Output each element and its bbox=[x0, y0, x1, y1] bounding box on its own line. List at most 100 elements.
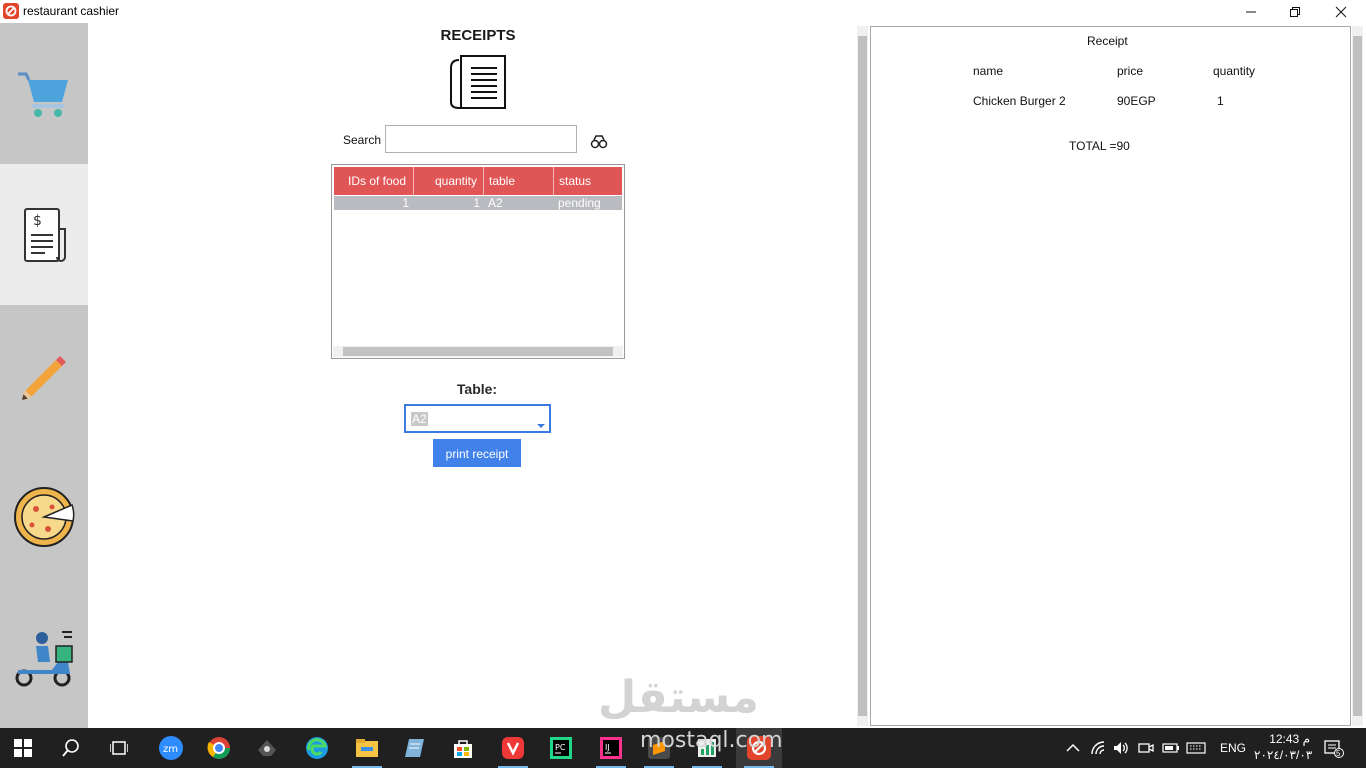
sidebar: $ bbox=[0, 23, 88, 728]
file-explorer-icon bbox=[356, 739, 378, 757]
vivaldi-icon bbox=[502, 737, 524, 759]
intellij-icon: IJ bbox=[600, 737, 622, 759]
taskbar-app-zoom[interactable]: zm bbox=[148, 728, 194, 768]
sidebar-item-cart[interactable] bbox=[0, 23, 88, 164]
shopping-cart-icon bbox=[18, 72, 68, 117]
volume-button[interactable] bbox=[1113, 728, 1129, 768]
taskbar-app-pycharm[interactable]: PC bbox=[538, 728, 584, 768]
chevron-down-icon bbox=[537, 424, 545, 428]
table-select[interactable]: A2 bbox=[404, 404, 551, 433]
language-indicator[interactable]: ENG bbox=[1220, 728, 1246, 768]
search-icon bbox=[62, 739, 79, 757]
taskbar-app-inkscape[interactable] bbox=[244, 728, 290, 768]
sidebar-item-receipts[interactable]: $ bbox=[0, 164, 88, 305]
taskbar-app-file-explorer[interactable] bbox=[344, 728, 390, 768]
svg-text:zm: zm bbox=[163, 744, 178, 755]
keyboard-button[interactable] bbox=[1186, 728, 1206, 768]
sidebar-item-delivery[interactable] bbox=[0, 587, 88, 728]
scrollbar-thumb[interactable] bbox=[343, 347, 613, 356]
column-header-status[interactable]: status bbox=[554, 167, 622, 195]
search-button[interactable] bbox=[590, 132, 608, 150]
close-button[interactable] bbox=[1318, 0, 1364, 23]
battery-icon bbox=[1162, 743, 1179, 753]
taskbar-app-intellij[interactable]: IJ bbox=[588, 728, 634, 768]
orders-table[interactable]: IDs of food quantity table status 1 1 A2… bbox=[331, 164, 625, 359]
taskbar-app-notepad[interactable] bbox=[392, 728, 438, 768]
window-title: restaurant cashier bbox=[23, 4, 120, 18]
task-view-button[interactable] bbox=[96, 728, 142, 768]
receipt-item-price: 90EGP bbox=[1117, 94, 1156, 108]
watermark: مستقل bbox=[598, 672, 759, 723]
column-header-quantity[interactable]: quantity bbox=[414, 167, 484, 195]
network-button[interactable] bbox=[1091, 728, 1107, 768]
watermark-url: mostaql.com bbox=[640, 728, 783, 753]
search-binoculars-icon bbox=[590, 135, 608, 149]
column-header-ids[interactable]: IDs of food bbox=[334, 167, 414, 195]
keyboard-icon bbox=[1186, 742, 1206, 754]
page-title: RECEIPTS bbox=[440, 27, 516, 44]
taskbar-app-vivaldi[interactable] bbox=[490, 728, 536, 768]
table-label: Table: bbox=[456, 381, 498, 397]
clock-time: 12:43 م bbox=[1269, 732, 1310, 746]
vertical-scrollbar-left[interactable] bbox=[857, 26, 868, 726]
notification-icon bbox=[1324, 740, 1344, 758]
minimize-button[interactable] bbox=[1228, 0, 1274, 23]
tray-overflow-button[interactable] bbox=[1066, 728, 1080, 768]
notepad-icon bbox=[405, 739, 424, 757]
cell-status: pending bbox=[554, 196, 622, 210]
sidebar-item-food[interactable] bbox=[0, 446, 88, 587]
wifi-icon bbox=[1091, 741, 1105, 755]
cell-quantity: 1 bbox=[414, 196, 484, 210]
speaker-icon bbox=[1114, 742, 1128, 754]
receipt-header-price: price bbox=[1117, 64, 1144, 78]
chevron-up-icon bbox=[1066, 743, 1080, 752]
task-view-icon bbox=[110, 741, 128, 755]
store-icon bbox=[454, 740, 472, 758]
inkscape-icon bbox=[258, 740, 276, 756]
notification-center-button[interactable]: 5 bbox=[1324, 728, 1344, 768]
windows-start-icon bbox=[14, 739, 32, 757]
sidebar-item-edit[interactable] bbox=[0, 305, 88, 446]
pencil-icon bbox=[22, 355, 66, 400]
search-label: Search bbox=[343, 133, 382, 147]
taskbar-app-edge[interactable] bbox=[294, 728, 340, 768]
column-header-table[interactable]: table bbox=[484, 167, 554, 195]
clock-date: ٢٠٢٤/٠٣/٠٣ bbox=[1254, 748, 1313, 762]
cell-ids: 1 bbox=[334, 196, 414, 210]
print-receipt-button[interactable]: print receipt bbox=[433, 439, 521, 467]
taskbar-search-button[interactable] bbox=[48, 728, 94, 768]
svg-text:PC: PC bbox=[555, 743, 566, 752]
receipt-item-name: Chicken Burger 2 bbox=[973, 94, 1066, 108]
scrollbar-thumb[interactable] bbox=[858, 36, 867, 716]
zoom-icon: zm bbox=[159, 736, 183, 760]
camera-button[interactable] bbox=[1138, 728, 1154, 768]
cell-table: A2 bbox=[484, 196, 554, 210]
restore-button[interactable] bbox=[1272, 0, 1318, 23]
pizza-icon bbox=[14, 486, 75, 547]
receipt-panel: Receipt name price quantity Chicken Burg… bbox=[870, 26, 1351, 726]
clock[interactable]: 12:43 م ٢٠٢٤/٠٣/٠٣ bbox=[1254, 731, 1313, 763]
vertical-scrollbar-right[interactable] bbox=[1352, 26, 1363, 726]
title-bar: restaurant cashier bbox=[0, 0, 1366, 23]
notification-count: 5 bbox=[1336, 749, 1341, 758]
receipt-total: TOTAL =90 bbox=[1069, 139, 1130, 153]
start-button[interactable] bbox=[0, 728, 46, 768]
receipt-header-quantity: quantity bbox=[1213, 64, 1256, 78]
battery-button[interactable] bbox=[1162, 728, 1180, 768]
app-logo-icon bbox=[3, 3, 19, 19]
delivery-scooter-icon bbox=[15, 630, 73, 686]
search-input[interactable] bbox=[385, 125, 577, 153]
scrollbar-thumb[interactable] bbox=[1353, 36, 1362, 716]
receipts-document-icon bbox=[449, 54, 507, 110]
pycharm-icon: PC bbox=[550, 737, 572, 759]
receipt-title: Receipt bbox=[1087, 34, 1128, 48]
taskbar-app-chrome[interactable] bbox=[196, 728, 242, 768]
minimize-icon bbox=[1246, 11, 1256, 12]
table-select-value: A2 bbox=[411, 412, 428, 426]
taskbar-app-store[interactable] bbox=[440, 728, 486, 768]
table-horizontal-scrollbar[interactable] bbox=[333, 346, 623, 357]
edge-icon bbox=[306, 737, 328, 759]
receipt-header-name: name bbox=[973, 64, 1004, 78]
svg-text:$: $ bbox=[33, 213, 42, 229]
receipt-icon: $ bbox=[24, 207, 66, 262]
